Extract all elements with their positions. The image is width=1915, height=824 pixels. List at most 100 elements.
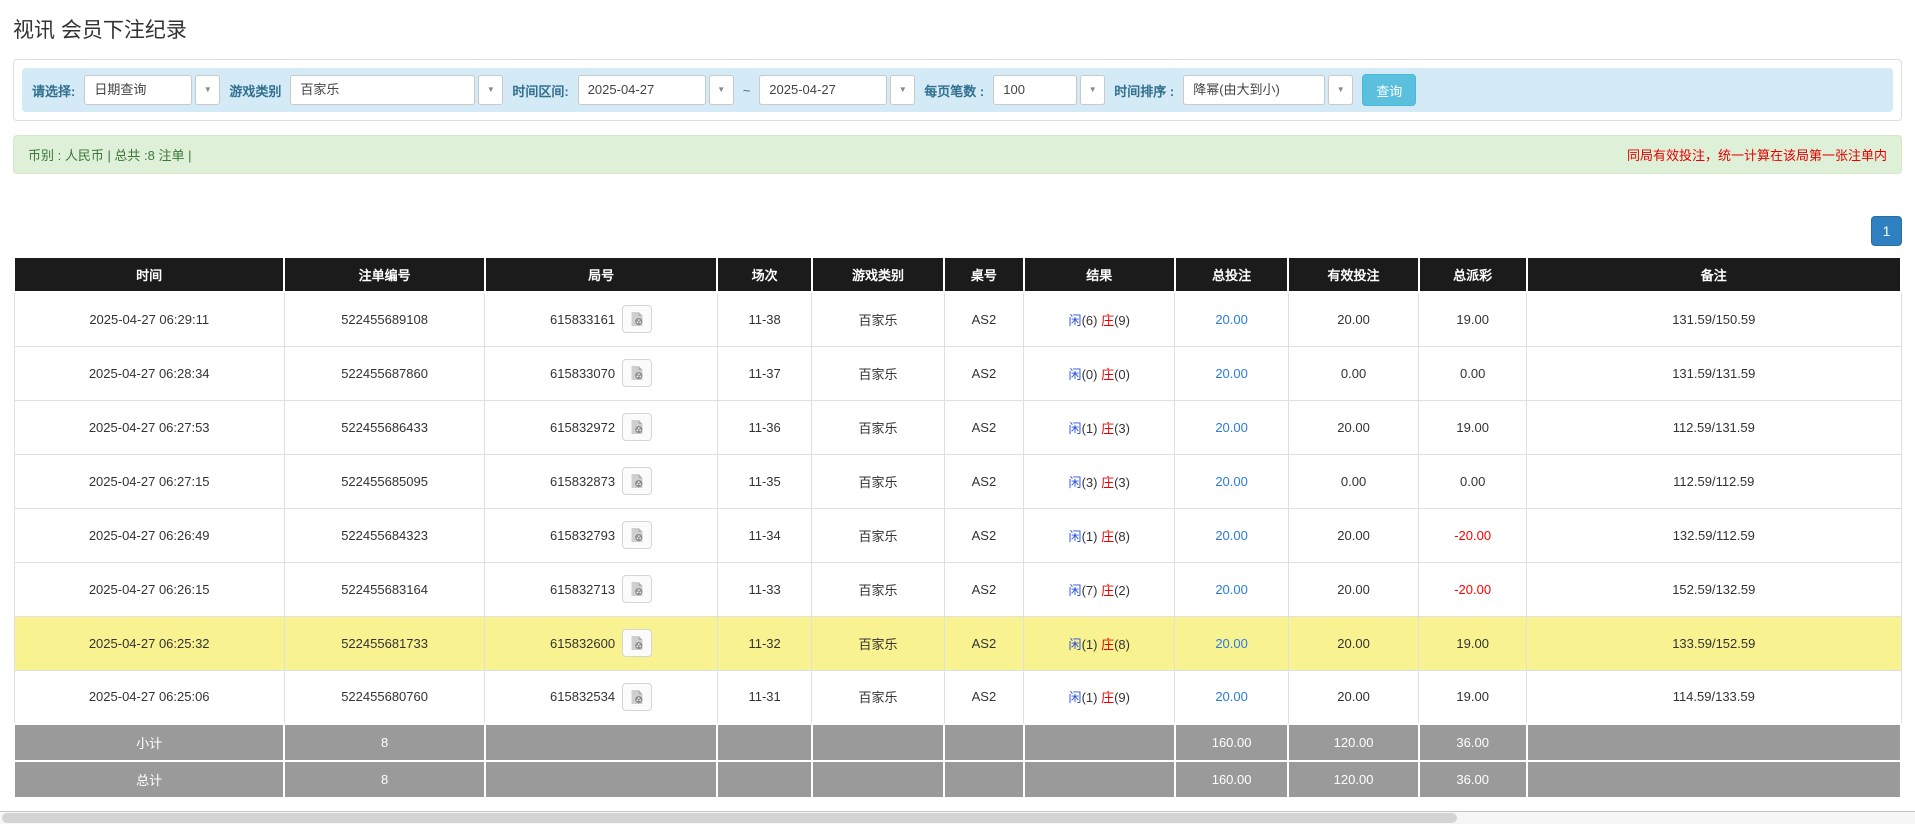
query-type-select[interactable]: 日期查询 ▼ [84, 75, 221, 105]
round-id-cell: 615832873 [484, 453, 718, 509]
result-zhuang-value: (0) [1114, 366, 1130, 382]
video-replay-button[interactable] [622, 682, 653, 711]
table-header-row: 时间 注单编号 局号 场次 游戏类别 桌号 结果 总投注 有效投注 总派彩 备注 [12, 256, 1903, 293]
time-sort-value[interactable]: 降幂(由大到小) [1183, 75, 1326, 105]
payout-cell: 19.00 [1418, 615, 1528, 671]
total-bet-link[interactable]: 20.00 [1215, 474, 1248, 489]
total-bet-cell: 20.00 [1174, 453, 1289, 509]
table-no-cell: AS2 [943, 561, 1025, 617]
table-no-cell: AS2 [943, 453, 1025, 509]
chevron-down-icon[interactable]: ▼ [708, 75, 734, 105]
subtotal-payout: 36.00 [1417, 723, 1528, 762]
film-document-icon [631, 689, 643, 704]
page-size-select[interactable]: 100 ▼ [993, 75, 1106, 105]
table-row: 2025-04-27 06:27:15 522455685095 615832873… [13, 453, 1902, 509]
table-no-cell: AS2 [943, 669, 1025, 725]
total-bet-link[interactable]: 20.00 [1215, 366, 1248, 381]
chevron-down-icon[interactable]: ▼ [1328, 75, 1354, 105]
result-zhuang-value: (2) [1114, 582, 1130, 598]
bet-id-cell: 522455684323 [283, 507, 486, 563]
video-replay-button[interactable] [622, 413, 653, 441]
round-id-cell: 615833070 [484, 345, 718, 401]
horizontal-scrollbar[interactable] [0, 811, 1915, 824]
time-sort-label: 时间排序 : [1114, 83, 1175, 99]
subtotal-valid-bet: 120.00 [1287, 723, 1420, 762]
col-table-no: 桌号 [943, 256, 1025, 293]
session-cell: 11-35 [716, 453, 813, 509]
session-cell: 11-31 [716, 669, 813, 725]
remark-cell: 131.59/131.59 [1526, 345, 1902, 401]
chevron-down-icon[interactable]: ▼ [890, 75, 916, 105]
total-bet-link[interactable]: 20.00 [1215, 636, 1248, 651]
valid-bet-cell: 20.00 [1287, 561, 1420, 617]
result-zhuang-value: (9) [1114, 690, 1130, 706]
page-size-value[interactable]: 100 [993, 75, 1078, 105]
currency-summary-text: 币别 : 人民币 | 总共 :8 注单 | [28, 148, 192, 163]
search-button[interactable]: 查询 [1362, 74, 1417, 106]
subtotal-count: 8 [283, 723, 486, 762]
film-document-icon [631, 420, 643, 434]
video-replay-button[interactable] [622, 467, 653, 495]
result-cell: 闲(6) 庄(9) [1023, 291, 1176, 347]
col-game-category: 游戏类别 [810, 256, 946, 293]
result-xian-label: 闲 [1068, 420, 1082, 436]
result-xian-label: 闲 [1068, 366, 1082, 382]
result-zhuang-label: 庄 [1101, 690, 1115, 706]
query-type-label: 请选择: [32, 83, 76, 99]
total-bet-link[interactable]: 20.00 [1215, 312, 1248, 327]
session-cell: 11-38 [716, 291, 813, 347]
video-replay-button[interactable] [622, 521, 653, 549]
result-cell: 闲(1) 庄(8) [1023, 507, 1176, 563]
scrollbar-thumb[interactable] [2, 813, 1458, 823]
payout-cell: 19.00 [1418, 399, 1528, 455]
total-total-bet: 160.00 [1173, 760, 1290, 799]
subtotal-total-bet: 160.00 [1173, 723, 1290, 762]
result-zhuang-value: (8) [1114, 528, 1130, 544]
date-to-select[interactable]: 2025-04-27 ▼ [759, 75, 916, 105]
video-replay-button[interactable] [622, 359, 653, 387]
session-cell: 11-33 [716, 561, 813, 617]
total-bet-cell: 20.00 [1174, 345, 1289, 401]
total-bet-link[interactable]: 20.00 [1215, 420, 1248, 435]
result-xian-value: (3) [1081, 474, 1098, 490]
date-from-value[interactable]: 2025-04-27 [577, 75, 706, 105]
total-bet-link[interactable]: 20.00 [1215, 528, 1248, 543]
result-zhuang-label: 庄 [1101, 366, 1115, 382]
film-document-icon [631, 528, 643, 542]
round-id-wrap: 615832793 [550, 521, 653, 549]
round-id-wrap: 615833161 [550, 305, 653, 334]
summary-bar: 币别 : 人民币 | 总共 :8 注单 | 同局有效投注，统一计算在该局第一张注… [13, 135, 1902, 174]
session-cell: 11-34 [716, 507, 813, 563]
video-replay-button[interactable] [622, 575, 653, 603]
total-bet-link[interactable]: 20.00 [1215, 689, 1248, 704]
query-type-value[interactable]: 日期查询 [84, 75, 193, 105]
payout-cell: 19.00 [1418, 291, 1528, 347]
chevron-down-icon[interactable]: ▼ [478, 75, 504, 105]
payout-cell: 0.00 [1418, 345, 1528, 401]
round-number: 615833161 [550, 311, 616, 327]
video-replay-button[interactable] [622, 305, 653, 334]
chevron-down-icon[interactable]: ▼ [1080, 75, 1106, 105]
page-1-button[interactable]: 1 [1871, 216, 1902, 246]
film-document-icon [631, 312, 643, 327]
game-category-select[interactable]: 百家乐 ▼ [290, 75, 504, 105]
result-xian-value: (1) [1081, 528, 1098, 544]
chevron-down-icon[interactable]: ▼ [195, 75, 221, 105]
round-number: 615832600 [550, 635, 616, 651]
total-bet-link[interactable]: 20.00 [1215, 582, 1248, 597]
date-to-value[interactable]: 2025-04-27 [759, 75, 888, 105]
round-number: 615832793 [550, 527, 616, 543]
col-time: 时间 [12, 256, 286, 293]
game-category-cell: 百家乐 [811, 399, 945, 455]
valid-bet-note: 同局有效投注，统一计算在该局第一张注单内 [1626, 148, 1887, 163]
date-from-select[interactable]: 2025-04-27 ▼ [577, 75, 734, 105]
valid-bet-cell: 0.00 [1287, 453, 1420, 509]
time-sort-select[interactable]: 降幂(由大到小) ▼ [1183, 75, 1354, 105]
game-category-value[interactable]: 百家乐 [290, 75, 476, 105]
table-row: 2025-04-27 06:26:49 522455684323 615832793… [13, 507, 1902, 563]
video-replay-button[interactable] [622, 629, 653, 657]
result-xian-value: (1) [1081, 420, 1098, 436]
result-xian-value: (0) [1081, 366, 1098, 382]
valid-bet-cell: 20.00 [1287, 615, 1420, 671]
remark-cell: 131.59/150.59 [1526, 291, 1902, 347]
